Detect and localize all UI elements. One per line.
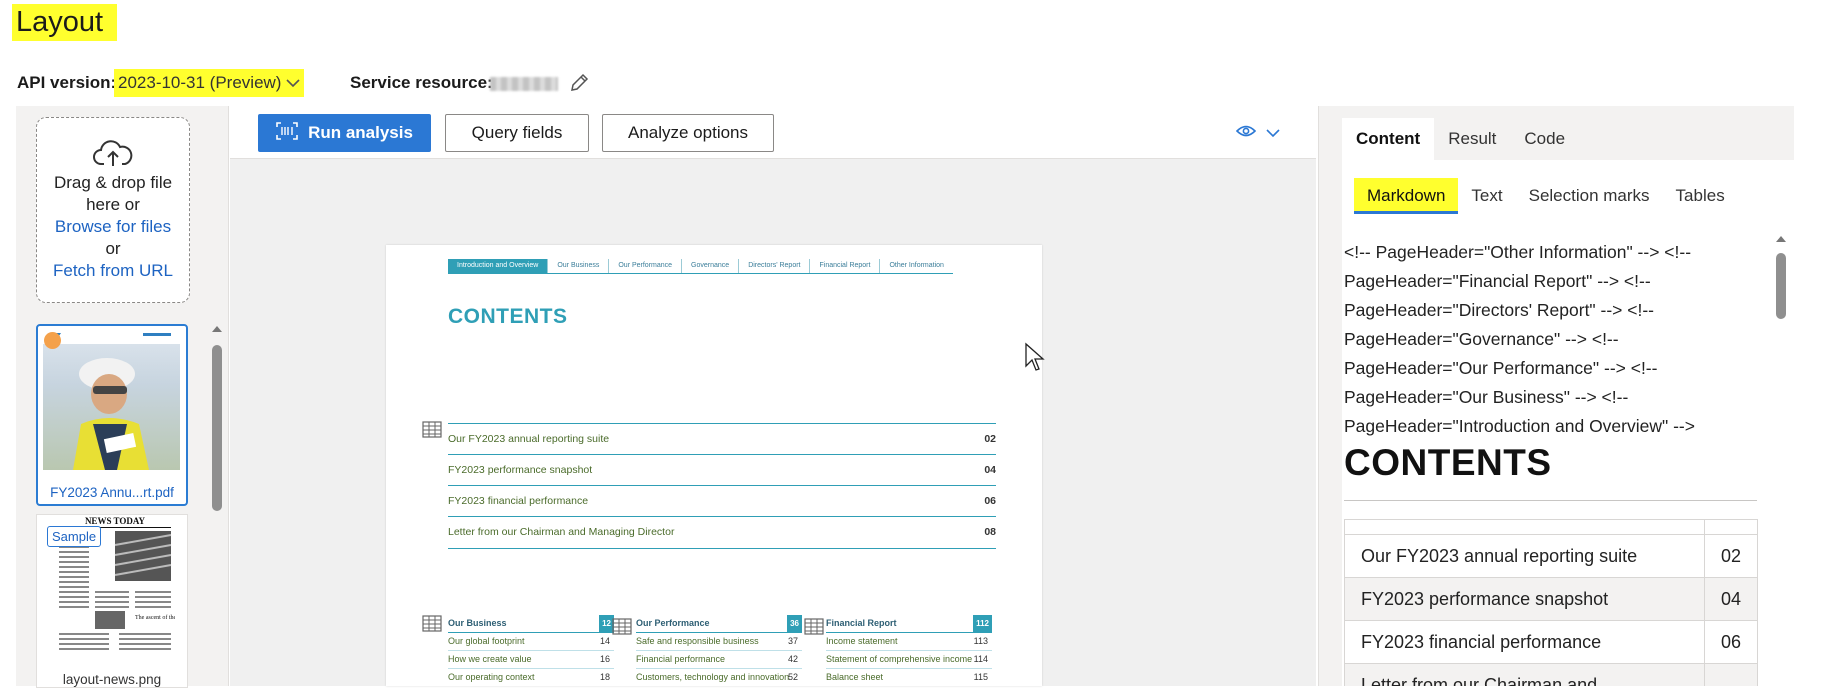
doc-contents-row: FY2023 performance snapshot 04 [448,454,996,486]
service-resource-label: Service resource: [350,73,493,92]
table-cell: Our FY2023 annual reporting suite [1344,534,1705,578]
browse-files-link[interactable]: Browse for files [37,216,189,238]
subtab-tables[interactable]: Tables [1663,178,1738,214]
edit-pencil-icon[interactable] [568,72,590,99]
markdown-line: <!-- PageHeader="Other Information" --> … [1344,242,1692,262]
doc-nav-item: Financial Report [810,259,881,273]
doc-contents-row: Letter from our Chairman and Managing Di… [448,516,996,549]
table-row: Letter from our Chairman and [1344,663,1758,686]
table-header-row [1344,519,1758,535]
markdown-line: PageHeader="Financial Report" --> <!-- [1344,271,1651,291]
fetch-url-link[interactable]: Fetch from URL [37,260,189,282]
table-cell [1703,663,1758,686]
sample-badge: Sample [47,526,102,547]
scroll-up-arrow-icon [212,326,222,332]
doc-nav-item: Other Information [889,262,944,269]
markdown-line: PageHeader="Directors' Report" --> <!-- [1344,300,1654,320]
page-title: Layout [12,4,118,41]
document-page: Introduction and Overview Our Business O… [386,245,1042,686]
subtab-markdown[interactable]: Markdown [1354,178,1459,214]
markdown-line: PageHeader="Our Business" --> <!-- [1344,387,1629,407]
heading-rule [1344,500,1757,501]
document-heading: CONTENTS [448,305,568,328]
doc-contents-row: Our FY2023 annual reporting suite 02 [448,423,996,455]
doc-nav-item: Our Performance [609,259,683,273]
cloud-upload-icon [37,138,189,172]
eye-icon [1235,124,1257,143]
run-analysis-label: Run analysis [308,123,413,142]
results-tabs: Content Result Code [1342,118,1579,160]
doc-section-column: Our Business 12 Our global footprint 14 Ho… [448,615,614,686]
scroll-thumb [212,345,222,511]
analyze-options-button[interactable]: Analyze options [602,114,774,152]
api-version-dropdown[interactable]: 2023-10-31 (Preview) [114,69,305,97]
markdown-table-clip: Our FY2023 annual reporting suite 02 FY20… [1344,519,1758,686]
document-nav-bar: Introduction and Overview Our Business O… [448,259,953,274]
doc-nav-item: Our Business [548,259,610,273]
chevron-down-icon [286,73,300,92]
content-subtabs: Markdown Text Selection marks Tables [1354,178,1738,214]
view-options-dropdown[interactable] [1235,124,1280,143]
table-icon[interactable] [422,615,442,637]
table-cell: 02 [1703,534,1758,578]
markdown-line: PageHeader="Governance" --> <!-- [1344,329,1619,349]
mouse-cursor-icon [1024,342,1046,377]
file-name-label: layout-news.png [62,672,162,687]
table-row: Our FY2023 annual reporting suite 02 [1344,534,1758,578]
doc-nav-item: Directors' Report [739,259,811,273]
doc-section-column: Our Performance 36 Safe and responsible b… [636,615,802,686]
table-cell: FY2023 financial performance [1344,620,1705,664]
chevron-down-icon [1266,125,1280,143]
scroll-up-arrow-icon [1776,236,1786,242]
service-resource-value [490,77,558,91]
doc-section-column: Financial Report 112 Income statement 113 … [826,615,992,686]
table-icon[interactable] [612,618,632,640]
file-drop-zone[interactable]: Drag & drop file here or Browse for file… [36,117,190,303]
api-version-label: API version: [17,73,117,92]
doc-nav-item: Introduction and Overview [448,259,549,273]
svg-text:The ascent of the Jaz: The ascent of the Jaz [135,614,175,621]
document-preview-image [43,328,180,470]
pdf-type-dot [44,332,61,349]
drop-text-line2: here or [86,195,140,214]
table-cell: FY2023 performance snapshot [1344,577,1705,621]
content-scrollbar[interactable] [1774,232,1790,686]
tab-code[interactable]: Code [1510,118,1579,160]
svg-text:NEWS TODAY: NEWS TODAY [85,516,146,526]
doc-contents-row: FY2023 financial performance 06 [448,485,996,517]
markdown-output: <!-- PageHeader="Other Information" --> … [1344,238,1764,441]
drop-text-line1: Drag & drop file [53,173,173,192]
subtab-selection-marks[interactable]: Selection marks [1516,178,1663,214]
api-version-value: 2023-10-31 (Preview) [118,73,282,92]
query-fields-button[interactable]: Query fields [445,114,589,152]
scroll-thumb [1776,253,1786,319]
doc-nav-item: Governance [682,259,740,273]
file-thumbnail-selected[interactable]: FY2023 Annu...rt.pdf [36,324,188,506]
tab-result[interactable]: Result [1434,118,1510,160]
tab-content[interactable]: Content [1342,118,1435,160]
markdown-table: Our FY2023 annual reporting suite 02 FY20… [1344,519,1758,686]
table-icon[interactable] [804,618,824,640]
table-row: FY2023 financial performance 06 [1344,620,1758,664]
subtab-text[interactable]: Text [1458,178,1515,214]
markdown-heading: CONTENTS [1344,442,1552,483]
file-list-scrollbar[interactable] [210,322,224,686]
scan-icon [276,121,298,145]
file-name-label: FY2023 Annu...rt.pdf [50,485,174,500]
markdown-line: PageHeader="Introduction and Overview" -… [1344,416,1695,436]
drop-text-or: or [105,239,121,258]
table-cell: 06 [1703,620,1758,664]
markdown-line: PageHeader="Our Performance" --> <!-- [1344,358,1658,378]
run-analysis-button[interactable]: Run analysis [258,114,431,152]
file-thumbnail[interactable]: NEWS TODAY The ascent of the Jaz Sample … [36,514,188,688]
table-icon[interactable] [422,421,442,443]
table-cell: 04 [1703,577,1758,621]
table-cell: Letter from our Chairman and [1344,663,1705,686]
table-row: FY2023 performance snapshot 04 [1344,577,1758,621]
